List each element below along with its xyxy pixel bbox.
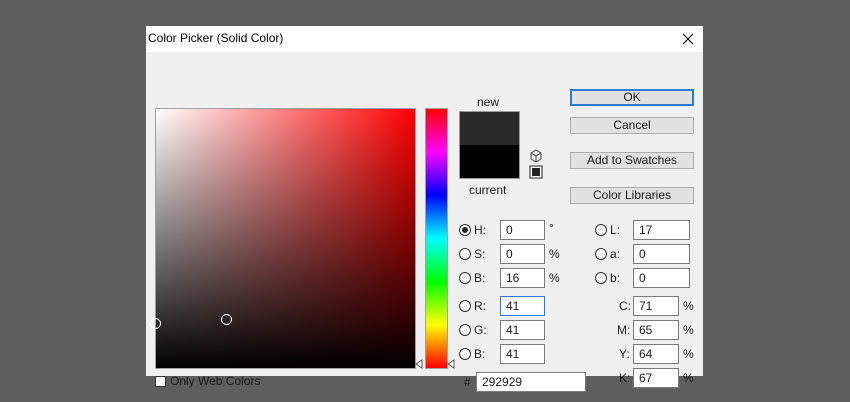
lab-b-radio[interactable]	[595, 272, 607, 284]
color-picker-dialog: Color Picker (Solid Color) Only Web Colo…	[146, 26, 703, 392]
color-field[interactable]	[150, 108, 416, 369]
hue-label: H:	[474, 223, 486, 237]
red-radio[interactable]	[459, 300, 471, 312]
yellow-input[interactable]: 64	[633, 344, 679, 364]
gamut-warning-icon[interactable]	[529, 165, 543, 179]
color-field-marker[interactable]	[221, 314, 232, 325]
close-icon	[682, 33, 694, 45]
color-field-edge-marker	[150, 318, 161, 329]
lab-a-label: a:	[610, 247, 621, 261]
only-web-colors-label: Only Web Colors	[170, 374, 261, 388]
red-input[interactable]: 41	[500, 296, 545, 316]
hex-input[interactable]: 292929	[476, 372, 586, 392]
color-swatch	[459, 111, 520, 179]
blue-input[interactable]: 41	[500, 344, 545, 364]
blue-label: B:	[474, 347, 486, 361]
lab-b-label: b:	[610, 271, 621, 285]
hue-slider[interactable]	[425, 108, 448, 369]
current-label: current	[469, 183, 507, 197]
lab-l-radio[interactable]	[595, 224, 607, 236]
magenta-label: M:	[617, 323, 631, 337]
yellow-label: Y:	[619, 347, 630, 361]
new-color-swatch[interactable]	[460, 112, 519, 145]
field-bottom-arrow-icon	[415, 359, 423, 369]
window-title: Color Picker (Solid Color)	[148, 31, 284, 45]
hue-radio[interactable]	[459, 224, 471, 236]
cancel-button[interactable]: Cancel	[570, 117, 694, 134]
color-libraries-button[interactable]: Color Libraries	[570, 187, 694, 204]
add-to-swatches-button[interactable]: Add to Swatches	[570, 152, 694, 169]
brightness-radio[interactable]	[459, 272, 471, 284]
saturation-unit: %	[549, 247, 560, 261]
hex-label: #	[464, 375, 471, 389]
lab-b-input[interactable]: 0	[633, 268, 690, 288]
saturation-input[interactable]: 0	[500, 244, 545, 264]
title-bar: Color Picker (Solid Color)	[146, 26, 703, 52]
blue-radio[interactable]	[459, 348, 471, 360]
lab-a-input[interactable]: 0	[633, 244, 690, 264]
green-radio[interactable]	[459, 324, 471, 336]
saturation-radio[interactable]	[459, 248, 471, 260]
lab-a-radio[interactable]	[595, 248, 607, 260]
web-safe-cube-icon[interactable]	[529, 149, 543, 163]
hue-input[interactable]: 0	[500, 220, 545, 240]
close-button[interactable]	[678, 29, 698, 49]
only-web-colors[interactable]: Only Web Colors	[155, 374, 260, 388]
black-unit: %	[683, 371, 694, 385]
ok-button[interactable]: OK	[570, 89, 694, 106]
black-label: K:	[619, 371, 631, 385]
cyan-unit: %	[683, 299, 694, 313]
magenta-input[interactable]: 65	[633, 320, 679, 340]
green-label: G:	[474, 323, 487, 337]
dialog-body: Only Web Colors new current OK Cancel Ad…	[146, 52, 703, 392]
hue-unit: °	[549, 221, 554, 235]
hue-slider-handle-icon[interactable]	[447, 359, 455, 369]
cyan-input[interactable]: 71	[633, 296, 679, 316]
green-input[interactable]: 41	[500, 320, 545, 340]
only-web-colors-checkbox[interactable]	[155, 375, 166, 387]
yellow-unit: %	[683, 347, 694, 361]
brightness-unit: %	[549, 271, 560, 285]
lab-l-input[interactable]: 17	[633, 220, 690, 240]
brightness-input[interactable]: 16	[500, 268, 545, 288]
lab-l-label: L:	[610, 223, 621, 237]
saturation-label: S:	[474, 247, 486, 261]
brightness-label: B:	[474, 271, 486, 285]
cyan-label: C:	[619, 299, 631, 313]
new-label: new	[477, 95, 500, 109]
current-color-swatch[interactable]	[460, 145, 519, 178]
red-label: R:	[474, 299, 486, 313]
black-input[interactable]: 67	[633, 368, 679, 388]
magenta-unit: %	[683, 323, 694, 337]
